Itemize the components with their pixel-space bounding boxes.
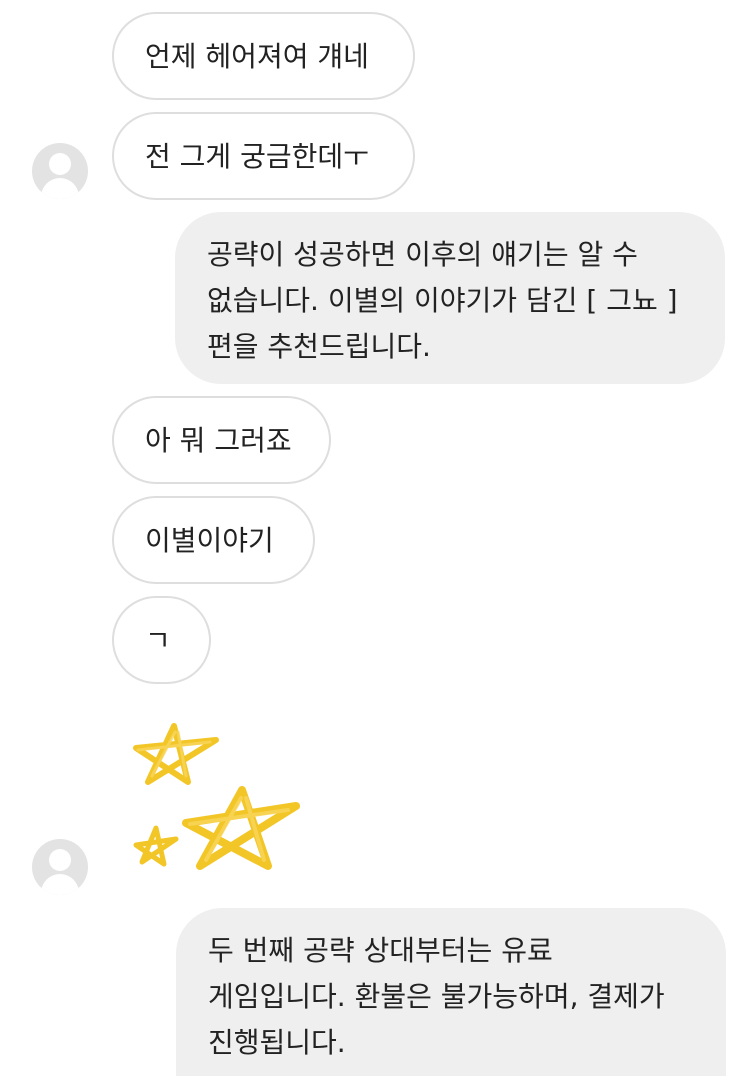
sent-message[interactable]: 두 번째 공략 상대부터는 유료 게임입니다. 환불은 불가능하며, 결제가 진… [176,908,726,1076]
sent-message[interactable]: 공략이 성공하면 이후의 얘기는 알 수 없습니다. 이별의 이야기가 담긴 [… [175,212,725,384]
received-message[interactable]: ㄱ [112,596,211,684]
avatar-head [49,153,71,175]
received-message[interactable]: 이별이야기 [112,496,315,584]
received-message[interactable]: 아 뭐 그러죠 [112,396,331,484]
star-icon [133,723,219,785]
star-icon [133,825,179,867]
received-message[interactable]: 언제 헤어져여 걔네 [112,12,415,100]
avatar[interactable] [32,143,88,199]
stars-sticker[interactable] [118,718,318,883]
avatar-body [41,874,79,895]
received-message[interactable]: 전 그게 궁금한데ㅜ [112,112,415,200]
avatar[interactable] [32,839,88,895]
avatar-head [49,849,71,871]
avatar-body [41,178,79,199]
